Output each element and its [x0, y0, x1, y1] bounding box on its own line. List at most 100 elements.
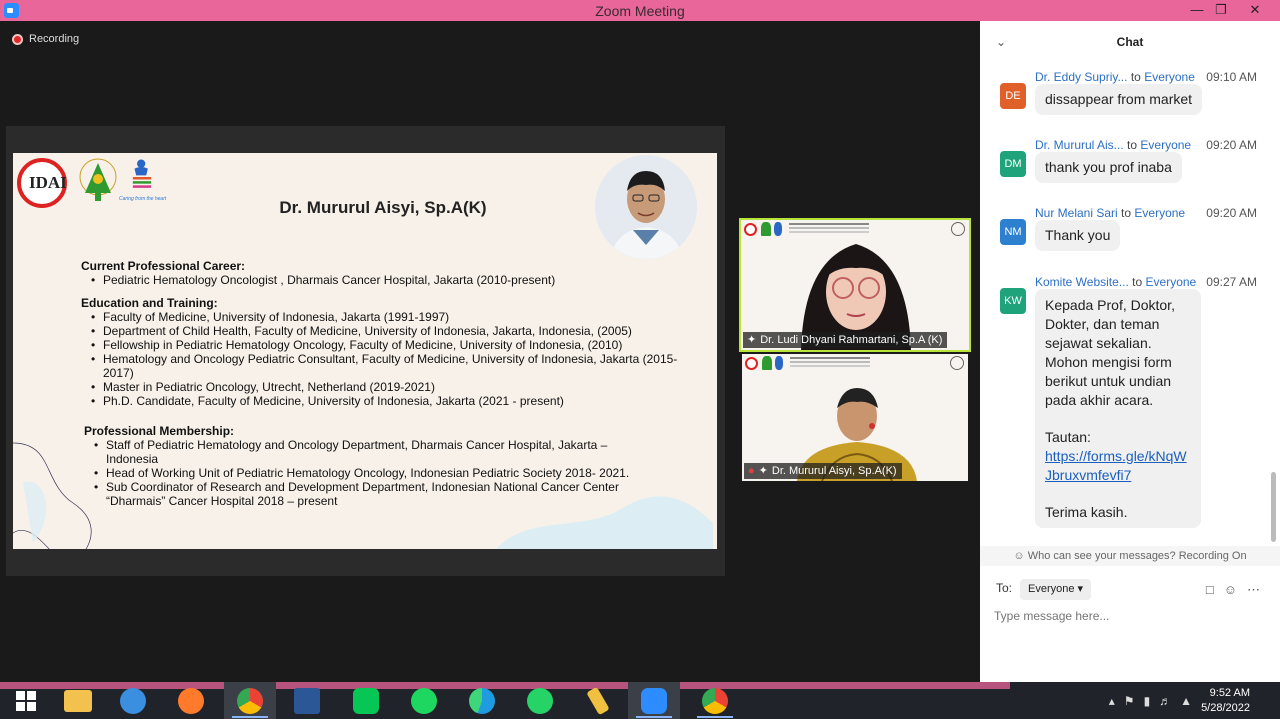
- message-sender[interactable]: Komite Website...: [1035, 275, 1129, 289]
- message-bubble: dissappear from market: [1035, 84, 1203, 115]
- taskbar-whatsapp[interactable]: [514, 682, 566, 719]
- zoom-icon: [641, 687, 667, 714]
- participant-name-label: ● ✦ Dr. Mururul Aisyi, Sp.A(K): [744, 463, 902, 479]
- list-item: Head of Working Unit of Pediatric Hemato…: [84, 466, 681, 480]
- list-item: Sub Coordinator of Research and Developm…: [84, 480, 674, 508]
- form-link[interactable]: https://forms.gle/kNqW: [1045, 448, 1187, 464]
- meeting-area: Recording IDAI Caring from the heart Dr.…: [0, 21, 980, 682]
- window-title: Zoom Meeting: [595, 3, 685, 19]
- avatar: NM: [1000, 219, 1026, 245]
- more-icon[interactable]: ⋯: [1247, 582, 1260, 598]
- participant-name-label: ✦ Dr. Ludi Dhyani Rahmartani, Sp.A (K): [743, 332, 948, 348]
- taskbar-internet-explorer[interactable]: [107, 682, 159, 719]
- message-sender[interactable]: Dr. Mururul Ais...: [1035, 138, 1124, 152]
- section-membership: Professional Membership: Staff of Pediat…: [81, 424, 681, 508]
- taskbar-word[interactable]: [281, 682, 333, 719]
- presentation-slide: IDAI Caring from the heart Dr. Mururul A…: [13, 153, 717, 549]
- message-recipient[interactable]: Everyone: [1146, 275, 1197, 289]
- section-heading: Professional Membership:: [84, 424, 235, 438]
- speaker-photo: [595, 155, 697, 259]
- flag-icon[interactable]: ⚑: [1124, 694, 1135, 708]
- avatar: DE: [1000, 83, 1026, 109]
- close-icon[interactable]: ✕: [1240, 0, 1270, 21]
- chevron-up-icon[interactable]: ▴: [1109, 694, 1115, 708]
- taskbar-zoom[interactable]: [628, 682, 680, 719]
- form-link[interactable]: Jbruxvmfevfi7: [1045, 467, 1131, 483]
- list-item: Fellowship in Pediatric Hematology Oncol…: [81, 338, 681, 352]
- taskbar-firefox[interactable]: [165, 682, 217, 719]
- message-meta: Dr. Eddy Supriy... to Everyone 09:10 AM: [1035, 70, 1257, 84]
- video-banner: [742, 354, 968, 376]
- taskbar-edge[interactable]: [456, 682, 508, 719]
- wifi-icon[interactable]: ▲: [1180, 694, 1192, 708]
- chat-tools: □ ☺ ⋯: [1206, 582, 1260, 598]
- chat-header: ⌄ Chat: [980, 21, 1280, 61]
- word-icon: [294, 687, 320, 714]
- avatar: KW: [1000, 288, 1026, 314]
- battery-icon[interactable]: ▮: [1144, 694, 1151, 708]
- message-visibility-info[interactable]: ☺ Who can see your messages? Recording O…: [980, 546, 1280, 566]
- title-bar: Zoom Meeting — ❐ ✕: [0, 0, 1280, 21]
- taskbar-chrome-profile[interactable]: [689, 682, 741, 719]
- section-heading: Current Professional Career:: [81, 259, 246, 273]
- people-icon: ☺: [1013, 550, 1025, 562]
- slide-content: Current Professional Career: Pediatric H…: [81, 259, 681, 508]
- message-bubble: Thank you: [1035, 220, 1121, 251]
- message-bubble: Kepada Prof, Doktor, Dokter, dan teman s…: [1035, 289, 1201, 528]
- taskbar-tool[interactable]: [572, 682, 624, 719]
- message-sender[interactable]: Dr. Eddy Supriy...: [1035, 70, 1127, 84]
- list-item: Ph.D. Candidate, Faculty of Medicine, Un…: [81, 394, 681, 408]
- message-time: 09:10 AM: [1206, 70, 1257, 84]
- section-education: Education and Training: Faculty of Medic…: [81, 296, 681, 408]
- scrollbar-thumb[interactable]: [1271, 472, 1276, 542]
- emoji-icon[interactable]: ☺: [1224, 582, 1237, 598]
- list-item: Faculty of Medicine, University of Indon…: [81, 310, 681, 324]
- message-recipient[interactable]: Everyone: [1144, 70, 1195, 84]
- chat-title: Chat: [1116, 35, 1144, 49]
- line-icon: [353, 687, 379, 714]
- recipient-dropdown[interactable]: Everyone ▾: [1020, 579, 1092, 600]
- message-meta: Komite Website... to Everyone 09:27 AM: [1035, 275, 1257, 289]
- message-sender[interactable]: Nur Melani Sari: [1035, 206, 1118, 220]
- message-bubble: thank you prof inaba: [1035, 152, 1182, 183]
- clock[interactable]: 9:52 AM 5/28/2022: [1201, 686, 1250, 716]
- chat-scrollbar[interactable]: [1270, 67, 1277, 543]
- video-tile-active-speaker[interactable]: ✦ Dr. Ludi Dhyani Rahmartani, Sp.A (K): [739, 218, 971, 352]
- message-time: 09:20 AM: [1206, 138, 1257, 152]
- chrome-icon: [237, 687, 263, 714]
- whatsapp-icon: [527, 687, 553, 714]
- chat-panel: ⌄ Chat Dr. Eddy Supriy... to Everyone 09…: [980, 21, 1280, 682]
- folder-icon: [64, 689, 92, 712]
- message-meta: Nur Melani Sari to Everyone 09:20 AM: [1035, 206, 1257, 220]
- message-meta: Dr. Mururul Ais... to Everyone 09:20 AM: [1035, 138, 1257, 152]
- to-label: To:: [996, 581, 1013, 595]
- section-heading: Education and Training:: [81, 296, 218, 310]
- message-time: 09:27 AM: [1206, 275, 1257, 289]
- system-tray: ▴ ⚑ ▮ ♬ ▲ 9:52 AM 5/28/2022: [1109, 682, 1280, 719]
- taskbar-line[interactable]: [340, 682, 392, 719]
- video-tile-participant[interactable]: ● ✦ Dr. Mururul Aisyi, Sp.A(K): [742, 354, 968, 481]
- list-item: Master in Pediatric Oncology, Utrecht, N…: [81, 380, 681, 394]
- chat-message-input[interactable]: [994, 605, 1264, 627]
- taskbar-spotify[interactable]: [398, 682, 450, 719]
- message-recipient[interactable]: Everyone: [1140, 138, 1191, 152]
- list-item: Pediatric Hematology Oncologist , Dharma…: [81, 273, 681, 287]
- firefox-icon: [178, 687, 204, 714]
- shared-screen: IDAI Caring from the heart Dr. Mururul A…: [6, 126, 725, 576]
- recording-indicator[interactable]: Recording: [12, 33, 79, 45]
- taskbar-file-explorer[interactable]: [52, 682, 104, 719]
- spotify-icon: [411, 687, 437, 714]
- message-recipient[interactable]: Everyone: [1134, 206, 1185, 220]
- pin-icon: ✦: [747, 334, 757, 346]
- list-item: Staff of Pediatric Hematology and Oncolo…: [84, 438, 654, 466]
- file-icon[interactable]: □: [1206, 582, 1214, 598]
- chrome-icon: [702, 687, 728, 714]
- message-time: 09:20 AM: [1206, 206, 1257, 220]
- pin-icon: ✦: [758, 465, 768, 477]
- internet-explorer-icon: [120, 687, 146, 714]
- taskbar-chrome[interactable]: [224, 682, 276, 719]
- start-button[interactable]: [0, 682, 52, 719]
- maximize-icon[interactable]: ❐: [1206, 0, 1236, 21]
- volume-icon[interactable]: ♬: [1159, 694, 1171, 708]
- windows-icon: [16, 690, 36, 711]
